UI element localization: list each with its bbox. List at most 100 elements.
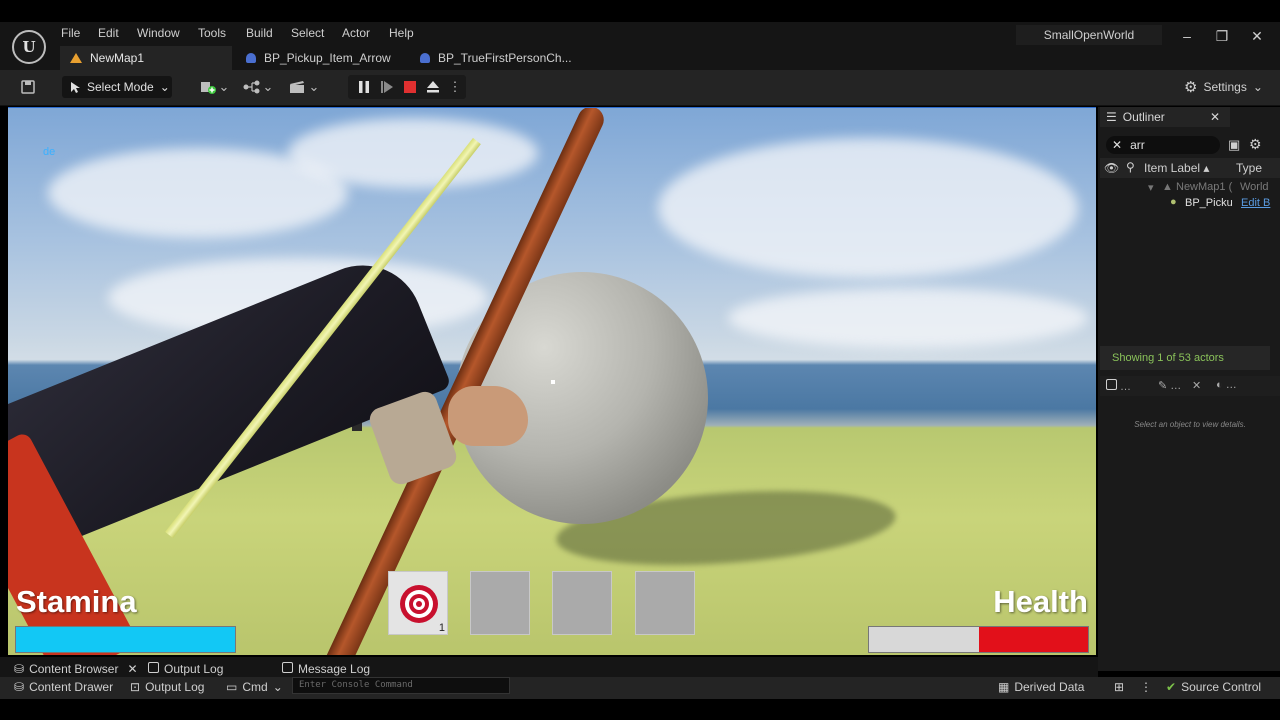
logo-letter: U: [22, 38, 36, 56]
level-icon: ▲: [1162, 181, 1173, 193]
menu-help[interactable]: Help: [389, 26, 414, 40]
tab-label: Content Browser: [29, 662, 119, 676]
cursor-icon: [71, 81, 80, 93]
target-icon: [400, 585, 438, 623]
select-mode-dropdown[interactable]: Select Mode ⌄: [62, 76, 172, 98]
tab-content-browser[interactable]: ⛁ Content Browser ✕: [14, 662, 138, 676]
player-hand: [448, 386, 528, 446]
tree-row[interactable]: ▾ ▲ NewMap1 ( World: [1100, 180, 1280, 196]
pin-icon[interactable]: ⚲: [1126, 160, 1135, 174]
gear-icon[interactable]: ⚙: [1249, 136, 1262, 153]
search-value: arr: [1130, 138, 1145, 152]
stop-icon[interactable]: [402, 78, 418, 96]
tab-label: Output Log: [164, 662, 224, 676]
col-item-label[interactable]: Item Label ▴: [1144, 161, 1209, 175]
outliner-search-input[interactable]: ✕ arr: [1106, 136, 1220, 154]
settings-button[interactable]: ⚙ Settings ⌄: [1184, 78, 1263, 96]
derived-data-button[interactable]: ▦ Derived Data: [998, 679, 1084, 695]
details-tab-icon[interactable]: …: [1106, 379, 1131, 393]
source-control-button[interactable]: ✔ Source Control: [1166, 679, 1261, 695]
brush-icon[interactable]: ✎ …: [1158, 379, 1181, 392]
inventory-slot[interactable]: [552, 571, 612, 635]
edit-blueprint-link[interactable]: Edit B: [1241, 197, 1270, 209]
console-command-input[interactable]: Enter Console Command: [292, 677, 510, 694]
minimize-button[interactable]: –: [1177, 26, 1197, 46]
derived-data-icon: ▦: [998, 680, 1010, 694]
visibility-icon[interactable]: 👁: [1104, 161, 1119, 175]
blueprint-icon: [246, 53, 256, 63]
content-browser-icon: ⛁: [14, 662, 25, 676]
add-folder-icon[interactable]: ▣: [1228, 137, 1240, 153]
menu-edit[interactable]: Edit: [98, 26, 119, 40]
close-button[interactable]: ✕: [1247, 26, 1267, 46]
tab-newmap[interactable]: NewMap1: [60, 46, 232, 70]
slot-count: 1: [438, 622, 445, 634]
content-drawer-label: Content Drawer: [29, 680, 114, 694]
pause-icon[interactable]: [356, 78, 372, 96]
menu-build[interactable]: Build: [246, 26, 273, 40]
eject-icon[interactable]: [425, 78, 441, 96]
expand-icon[interactable]: ▾: [1148, 181, 1154, 194]
more-options-icon[interactable]: ⋮: [449, 78, 462, 96]
output-log-icon: [148, 662, 159, 676]
frame-advance-icon[interactable]: [379, 78, 395, 96]
tree-row[interactable]: ● BP_Picku Edit B: [1100, 196, 1280, 212]
cloud: [288, 118, 538, 188]
stamina-fill: [16, 627, 235, 652]
blueprint-menu-icon[interactable]: ⌄: [242, 78, 274, 96]
cloud: [658, 138, 1078, 278]
close-icon[interactable]: ✕: [1192, 379, 1201, 392]
health-fill: [978, 627, 1088, 652]
inventory-slot[interactable]: 1: [388, 571, 448, 635]
save-icon[interactable]: [18, 78, 38, 96]
grid-icon[interactable]: ⊞: [1114, 679, 1124, 695]
output-log-button[interactable]: ⊡ Output Log: [130, 679, 204, 695]
health-label: Health: [993, 584, 1088, 619]
details-tabs: … ✎ … ✕ ◐ …: [1100, 376, 1280, 396]
clear-search-icon[interactable]: ✕: [1112, 138, 1122, 152]
blueprint-icon: [420, 53, 430, 63]
outliner-tab[interactable]: ☰ Outliner ✕: [1100, 107, 1230, 127]
menu-select[interactable]: Select: [291, 26, 324, 40]
add-actor-icon[interactable]: ⌄: [198, 78, 230, 96]
menu-actor[interactable]: Actor: [342, 26, 370, 40]
menu-window[interactable]: Window: [137, 26, 180, 40]
unreal-logo-icon[interactable]: U: [12, 30, 46, 64]
col-type[interactable]: Type: [1236, 161, 1262, 175]
tab-label: BP_Pickup_Item_Arrow: [264, 51, 391, 65]
menu-tools[interactable]: Tools: [198, 26, 226, 40]
gear-icon: ⚙: [1184, 79, 1198, 96]
tab-output-log[interactable]: Output Log: [148, 662, 223, 676]
cmd-dropdown[interactable]: ▭ Cmd ⌄: [226, 679, 283, 695]
more-options-icon[interactable]: ⋮: [1140, 679, 1152, 695]
level-viewport[interactable]: de Stamina Health 1: [8, 107, 1096, 655]
world-label: NewMap1 (: [1176, 181, 1233, 193]
content-drawer-icon: ⛁: [14, 680, 25, 694]
close-icon[interactable]: ✕: [127, 662, 137, 676]
level-warning-icon: [70, 53, 82, 63]
settings-label: Settings: [1203, 80, 1247, 94]
menu-file[interactable]: File: [61, 26, 80, 40]
tab-bp-pickup-item-arrow[interactable]: BP_Pickup_Item_Arrow: [236, 46, 401, 70]
select-mode-label: Select Mode: [87, 80, 154, 94]
debug-text: de: [43, 146, 56, 158]
close-icon[interactable]: ✕: [1210, 110, 1220, 124]
chevron-down-icon: ⌄: [1252, 80, 1263, 94]
message-log-icon: [282, 662, 293, 676]
outliner-title: Outliner: [1122, 110, 1165, 124]
outliner-header: 👁 ⚲ Item Label ▴ Type: [1100, 158, 1280, 178]
inventory-slot[interactable]: [470, 571, 530, 635]
content-drawer-button[interactable]: ⛁ Content Drawer: [14, 679, 113, 695]
world-settings-icon[interactable]: ◐ …: [1216, 379, 1237, 391]
cinematics-icon[interactable]: ⌄: [288, 78, 320, 96]
outliner-icon: ☰: [1106, 110, 1117, 124]
actor-icon: ●: [1170, 196, 1177, 208]
inventory-slot[interactable]: [635, 571, 695, 635]
tab-message-log[interactable]: Message Log: [282, 662, 370, 676]
project-name: SmallOpenWorld: [1016, 25, 1162, 45]
chevron-down-icon: ⌄: [159, 80, 170, 94]
actor-label: BP_Picku: [1185, 197, 1233, 209]
tab-label: NewMap1: [90, 51, 145, 65]
restore-button[interactable]: ❐: [1212, 26, 1232, 46]
tab-bp-true-first-person[interactable]: BP_TrueFirstPersonCh...: [410, 46, 582, 70]
